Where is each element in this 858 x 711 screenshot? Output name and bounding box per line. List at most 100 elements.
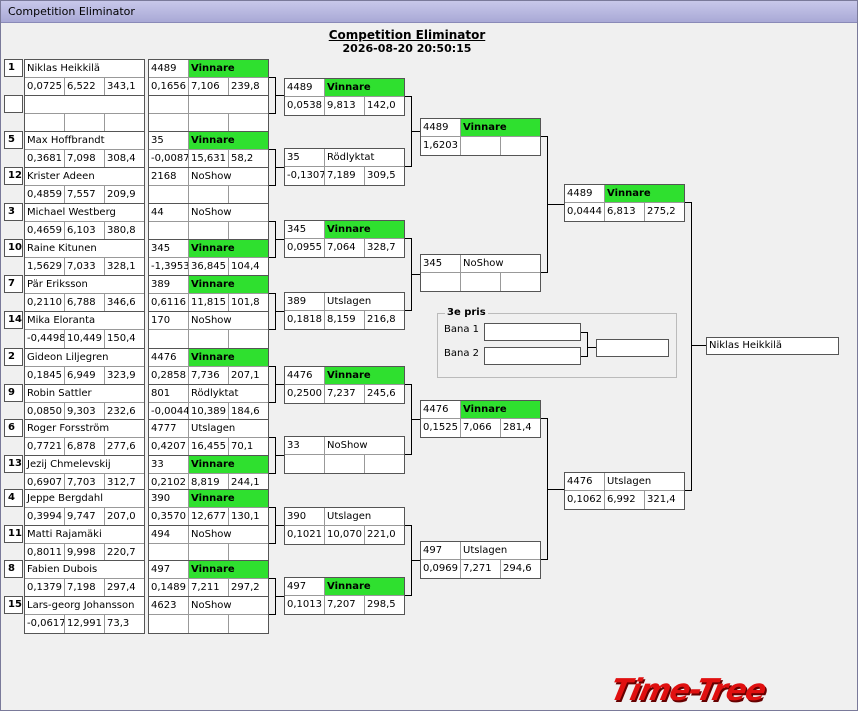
round1-result-box[interactable]: 390 Vinnare 0,3570 12,677 130,1 xyxy=(148,489,269,527)
time-mph2 xyxy=(229,615,268,633)
driver-box[interactable] xyxy=(24,95,145,133)
round3-result-box[interactable]: 497 Utslagen 0,0969 7,271 294,6 xyxy=(420,541,541,579)
time-mph2: 207,1 xyxy=(231,370,260,381)
round2-result-box[interactable]: 35 Rödlyktat -0,1307 7,189 309,5 xyxy=(284,148,405,186)
round1-result-box[interactable]: 801 Rödlyktat -0,0044 10,389 184,6 xyxy=(148,384,269,422)
time-mph: 321,4 xyxy=(647,494,676,505)
driver-box[interactable]: Matti Rajamäki 0,8011 9,998 220,7 xyxy=(24,525,145,563)
lane2-box[interactable] xyxy=(484,347,581,365)
driver-box[interactable]: Niklas Heikkilä 0,0725 6,522 343,1 xyxy=(24,59,145,97)
time-rt: 0,1525 xyxy=(421,419,461,437)
seed-number xyxy=(4,95,23,113)
time-mph2: 297,2 xyxy=(231,582,260,593)
round1-result-box[interactable]: 33 Vinnare 0,2102 8,819 244,1 xyxy=(148,455,269,493)
round1-result-box[interactable]: 35 Vinnare -0,0087 15,631 58,2 xyxy=(148,131,269,169)
driver-box[interactable]: Jezij Chmelevskij 0,6907 7,703 312,7 xyxy=(24,455,145,493)
round1-result-box[interactable]: 2168 NoShow xyxy=(148,167,269,205)
result-status: Vinnare xyxy=(189,276,268,293)
driver-box[interactable]: Robin Sattler 0,0850 9,303 232,6 xyxy=(24,384,145,422)
round4-result-box[interactable]: 4489 Vinnare 0,0444 6,813 275,2 xyxy=(564,184,685,222)
seed-number: 3 xyxy=(4,203,23,221)
time-et2: 16,455 xyxy=(189,438,229,456)
round2-result-box[interactable]: 33 NoShow xyxy=(284,436,405,474)
round1-result-box[interactable]: 4623 NoShow xyxy=(148,596,269,634)
round4-result-box[interactable]: 4476 Utslagen 0,1062 6,992 321,4 xyxy=(564,472,685,510)
round1-result-box[interactable]: 4489 Vinnare 0,1656 7,106 239,8 xyxy=(148,59,269,97)
time-et: 9,747 xyxy=(65,508,105,526)
result-status: Vinnare xyxy=(189,349,268,366)
round1-result-box[interactable]: 345 Vinnare -1,3953 36,845 104,4 xyxy=(148,239,269,277)
driver-box[interactable]: Lars-georg Johansson -0,0617 12,991 73,3 xyxy=(24,596,145,634)
lane2-label: Bana 2 xyxy=(444,348,479,359)
round1-result-box[interactable]: 494 NoShow xyxy=(148,525,269,563)
time-mph2: 130,1 xyxy=(231,511,260,522)
round1-result-box[interactable] xyxy=(148,95,269,133)
round3-result-box[interactable]: 345 NoShow xyxy=(420,254,541,292)
driver-name: Raine Kitunen xyxy=(27,243,97,254)
round2-result-box[interactable]: 4489 Vinnare 0,0538 9,813 142,0 xyxy=(284,78,405,116)
driver-box[interactable]: Gideon Liljegren 0,1845 6,949 323,9 xyxy=(24,348,145,386)
driver-box[interactable]: Jeppe Bergdahl 0,3994 9,747 207,0 xyxy=(24,489,145,527)
driver-name: Max Hoffbrandt xyxy=(27,135,105,146)
time-mph: 343,1 xyxy=(107,81,136,92)
time-rt: 0,0538 xyxy=(285,97,325,115)
round3-result-box[interactable]: 4476 Vinnare 0,1525 7,066 281,4 xyxy=(420,400,541,438)
time-mph: 150,4 xyxy=(107,333,136,344)
driver-box[interactable]: Roger Forsström 0,7721 6,878 277,6 xyxy=(24,419,145,457)
time-et2: 15,631 xyxy=(189,150,229,168)
time-et: 7,033 xyxy=(65,258,105,276)
round1-result-box[interactable]: 170 NoShow xyxy=(148,311,269,349)
round1-result-box[interactable]: 4777 Utslagen 0,4207 16,455 70,1 xyxy=(148,419,269,457)
time-et: 6,878 xyxy=(65,438,105,456)
time-mph xyxy=(365,455,404,473)
seed-number: 9 xyxy=(4,384,23,402)
bracket-line xyxy=(275,455,284,456)
driver-box[interactable]: Pär Eriksson 0,2110 6,788 346,6 xyxy=(24,275,145,313)
result-status: NoShow xyxy=(191,600,232,611)
time-mph: 328,7 xyxy=(367,242,396,253)
time-mph: 294,6 xyxy=(503,563,532,574)
round1-result-box[interactable]: 4476 Vinnare 0,2858 7,736 207,1 xyxy=(148,348,269,386)
driver-box[interactable]: Fabien Dubois 0,1379 7,198 297,4 xyxy=(24,560,145,598)
time-rt2: -1,3953 xyxy=(149,258,189,276)
round2-result-box[interactable]: 389 Utslagen 0,1818 8,159 216,8 xyxy=(284,292,405,330)
round2-result-box[interactable]: 345 Vinnare 0,0955 7,064 328,7 xyxy=(284,220,405,258)
time-et2: 36,845 xyxy=(189,258,229,276)
window-title: Competition Eliminator xyxy=(8,5,135,18)
time-et2: 12,677 xyxy=(189,508,229,526)
car-number: 4777 xyxy=(149,420,189,437)
result-status: NoShow xyxy=(327,440,368,451)
round1-result-box[interactable]: 497 Vinnare 0,1489 7,211 297,2 xyxy=(148,560,269,598)
car-number: 4489 xyxy=(285,79,325,96)
result-status: Vinnare xyxy=(189,132,268,149)
driver-name xyxy=(25,96,144,113)
time-rt: 0,1062 xyxy=(565,491,605,509)
driver-box[interactable]: Michael Westberg 0,4659 6,103 380,8 xyxy=(24,203,145,241)
seed-number: 7 xyxy=(4,275,23,293)
round1-result-box[interactable]: 389 Vinnare 0,6116 11,815 101,8 xyxy=(148,275,269,313)
lane1-box[interactable] xyxy=(484,323,581,341)
driver-box[interactable]: Raine Kitunen 1,5629 7,033 328,1 xyxy=(24,239,145,277)
driver-name: Roger Forsström xyxy=(27,423,110,434)
round3-result-box[interactable]: 4489 Vinnare 1,6203 xyxy=(420,118,541,156)
time-rt: 0,2110 xyxy=(25,294,65,312)
driver-box[interactable]: Max Hoffbrandt 0,3681 7,098 308,4 xyxy=(24,131,145,169)
result-status: Utslagen xyxy=(327,511,372,522)
round2-result-box[interactable]: 4476 Vinnare 0,2500 7,237 245,6 xyxy=(284,366,405,404)
round2-result-box[interactable]: 497 Vinnare 0,1013 7,207 298,5 xyxy=(284,577,405,615)
time-mph: 308,4 xyxy=(107,153,136,164)
result-status: Utslagen xyxy=(607,476,652,487)
round2-result-box[interactable]: 390 Utslagen 0,1021 10,070 221,0 xyxy=(284,507,405,545)
time-mph2 xyxy=(229,114,268,132)
time-et: 7,207 xyxy=(325,596,365,614)
result-status: NoShow xyxy=(191,315,232,326)
driver-box[interactable]: Krister Adeen 0,4859 7,557 209,9 xyxy=(24,167,145,205)
car-number: 390 xyxy=(285,508,325,525)
time-rt: 0,1021 xyxy=(285,526,325,544)
driver-box[interactable]: Mika Eloranta -0,4498 10,449 150,4 xyxy=(24,311,145,349)
time-mph: 216,8 xyxy=(367,314,396,325)
round1-result-box[interactable]: 44 NoShow xyxy=(148,203,269,241)
seed-number: 14 xyxy=(4,311,23,329)
result-status: Vinnare xyxy=(325,221,404,238)
time-et2 xyxy=(189,114,229,132)
